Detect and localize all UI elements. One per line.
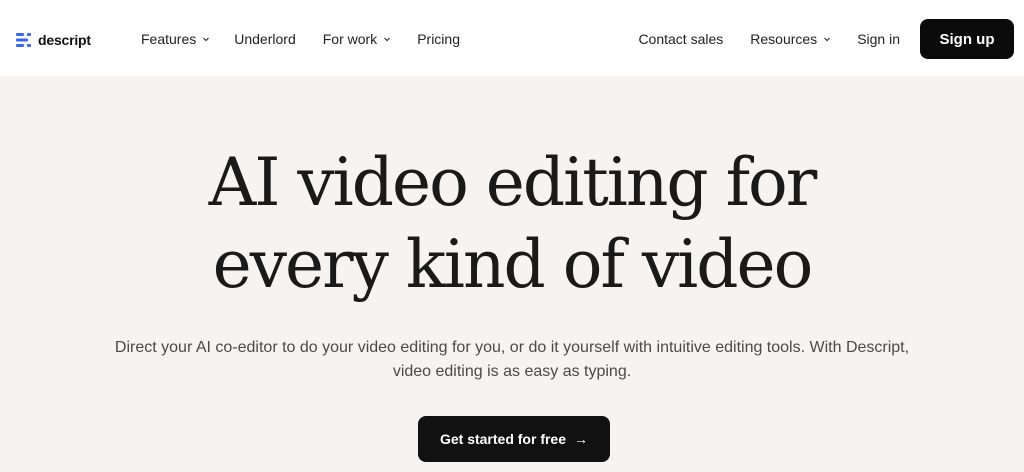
nav-item-label: Contact sales (638, 31, 724, 47)
nav-item-underlord[interactable]: Underlord (234, 31, 295, 47)
hero-title-line-2: every kind of video (212, 226, 814, 303)
nav-item-pricing[interactable]: Pricing (417, 31, 460, 47)
brand-name: descript (38, 32, 91, 48)
nav-item-contact-sales[interactable]: Contact sales (638, 31, 723, 47)
sign-up-button[interactable]: Sign up (920, 19, 1014, 59)
get-started-button[interactable]: Get started for free → (418, 416, 610, 462)
brand-logo-link[interactable]: descript (16, 30, 91, 50)
descript-logo-icon (16, 33, 31, 47)
nav-item-resources[interactable]: Resources (750, 31, 831, 47)
get-started-label: Get started for free (439, 431, 567, 447)
nav-item-label: Pricing (417, 31, 460, 47)
chevron-down-icon (203, 37, 210, 42)
nav-item-label: Underlord (234, 31, 296, 47)
nav-item-label: Resources (750, 31, 818, 47)
hero-title-line-1: AI video editing for (208, 144, 818, 221)
nav-item-features[interactable]: Features (141, 31, 210, 47)
nav-item-label: Features (141, 31, 197, 47)
primary-nav: Features Underlord For work Pricing (141, 26, 460, 52)
top-navbar: descript Features Underlord For work Pri… (0, 0, 1024, 76)
secondary-nav: Contact sales Resources Sign in Sign up (638, 18, 1014, 60)
hero-title: AI video editing for every kind of video (0, 142, 1024, 306)
hero-subtitle: Direct your AI co-editor to do your vide… (114, 339, 910, 380)
nav-item-label: Sign in (857, 31, 900, 47)
nav-item-for-work[interactable]: For work (323, 31, 391, 47)
nav-item-label: For work (322, 31, 378, 47)
chevron-down-icon (824, 37, 831, 42)
chevron-down-icon (384, 37, 391, 42)
nav-item-sign-in[interactable]: Sign in (857, 31, 900, 47)
arrow-right-icon: → (574, 431, 589, 447)
